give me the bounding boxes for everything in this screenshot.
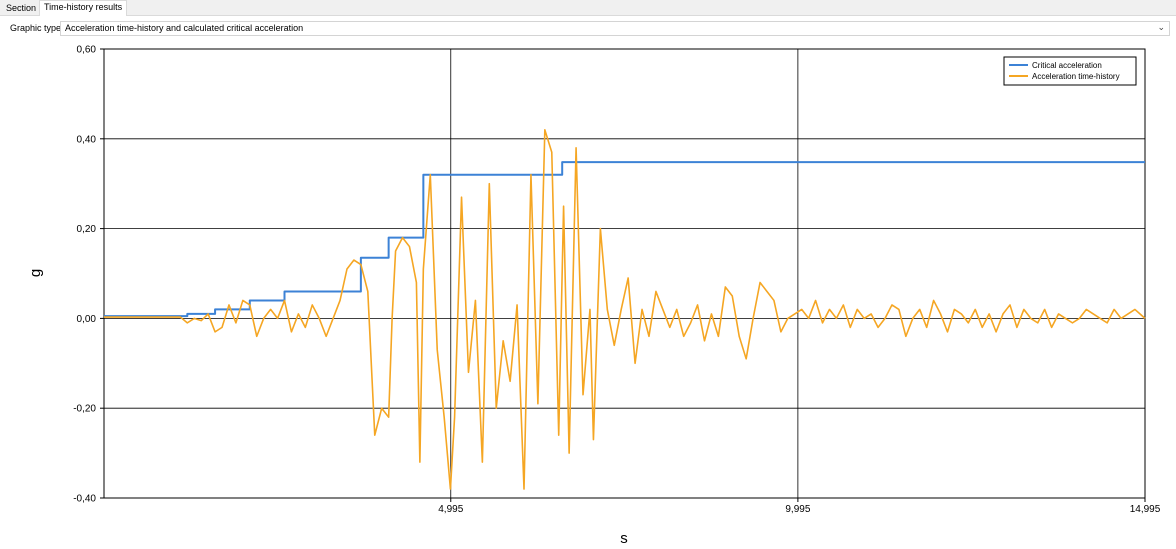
x-tick-label: 9,995 xyxy=(785,504,810,515)
legend-entry: Critical acceleration xyxy=(1032,61,1102,70)
y-axis-label: g xyxy=(27,269,44,277)
x-tick-label: 4,995 xyxy=(438,504,463,515)
y-tick-label: -0,40 xyxy=(73,494,96,505)
y-tick-label: -0,20 xyxy=(73,404,96,415)
x-axis-label: s xyxy=(620,530,628,547)
y-tick-label: 0,40 xyxy=(77,134,97,145)
acceleration-chart: -0,40 -0,20 0,00 0,20 0,40 0,60 4,995 9,995 14,9… xyxy=(27,45,1161,548)
plot-area xyxy=(103,48,1146,499)
x-tick-label: 14,995 xyxy=(1130,504,1161,515)
y-tick-label: 0,60 xyxy=(77,45,97,56)
legend-entry: Acceleration time-history xyxy=(1032,72,1120,81)
y-tick-label: 0,20 xyxy=(77,224,97,235)
y-tick-label: 0,00 xyxy=(77,314,97,325)
